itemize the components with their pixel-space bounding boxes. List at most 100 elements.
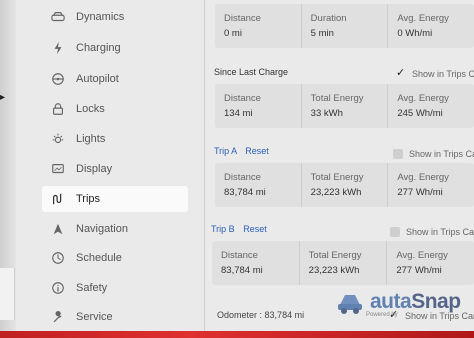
sidebar-item-label: Locks xyxy=(76,103,105,115)
checkbox[interactable] xyxy=(390,227,400,237)
sidebar-item-label: Navigation xyxy=(76,223,128,235)
stat-avg-energy: Avg. Energy 245 Wh/mi xyxy=(388,84,474,128)
stat-value: 23,223 kWh xyxy=(310,187,362,198)
odometer-value: 83,784 mi xyxy=(264,310,305,320)
clock-icon xyxy=(50,250,66,266)
stat-label: Duration xyxy=(310,13,347,24)
stat-label: Total Energy xyxy=(310,172,364,183)
show-in-trips-toggle[interactable]: Show in Trips Car xyxy=(390,227,474,237)
stat-value: 33 kWh xyxy=(310,108,343,119)
sidebar-item-label: Lights xyxy=(76,133,106,145)
sidebar-item-lights[interactable]: Lights xyxy=(42,126,188,152)
sidebar-item-schedule[interactable]: Schedule xyxy=(42,245,188,271)
trip-a-title: Trip A xyxy=(214,146,237,156)
stat-value: 23,223 kWh xyxy=(308,265,360,276)
watermark-text: autaSnap xyxy=(370,290,461,314)
stat-value: 5 min xyxy=(310,28,334,39)
show-in-trips-label: Show in Trips Car xyxy=(406,227,474,237)
trips-icon xyxy=(50,191,66,207)
since-last-charge-title: Since Last Charge xyxy=(214,67,289,77)
stat-label: Distance xyxy=(224,172,261,183)
trip-b-reset-link[interactable]: Reset xyxy=(243,224,267,234)
stat-value: 277 Wh/mi xyxy=(397,187,443,198)
car-icon xyxy=(50,9,66,25)
trip-b-card: Distance 83,784 mi Total Energy 23,223 k… xyxy=(212,241,474,285)
checkbox[interactable] xyxy=(393,149,403,159)
sidebar-item-label: Schedule xyxy=(76,252,122,264)
stat-label: Avg. Energy xyxy=(396,250,448,261)
screen-bezel xyxy=(0,0,16,338)
watermark-sub: Powered by xyxy=(366,312,398,318)
steering-wheel-icon xyxy=(50,71,66,87)
trip-a-reset-link[interactable]: Reset xyxy=(245,146,269,156)
stat-avg-energy: Avg. Energy 277 Wh/mi xyxy=(387,241,474,285)
lock-icon xyxy=(50,101,66,117)
show-in-trips-label: Show in Trips Ca xyxy=(409,149,474,159)
stat-value: 0 Wh/mi xyxy=(397,28,433,39)
sidebar-item-label: Trips xyxy=(76,193,101,205)
stat-label: Total Energy xyxy=(310,93,364,104)
sidebar-item-dynamics[interactable]: Dynamics xyxy=(42,4,188,30)
chevron-right-icon: ▸ xyxy=(0,92,6,103)
stat-total-energy: Total Energy 23,223 kWh xyxy=(302,163,389,207)
trip-b-title: Trip B xyxy=(211,224,235,234)
stat-avg-energy: Avg. Energy 277 Wh/mi xyxy=(388,163,474,207)
sidebar-item-safety[interactable]: Safety xyxy=(42,275,188,301)
sidebar-item-charging[interactable]: Charging xyxy=(42,35,188,61)
stat-label: Avg. Energy xyxy=(397,13,449,24)
stat-label: Avg. Energy xyxy=(397,172,449,183)
sidebar-item-autopilot[interactable]: Autopilot xyxy=(42,66,188,92)
car-logo-icon xyxy=(338,295,362,314)
lightning-icon xyxy=(50,40,66,56)
trip-b-header: Trip B Reset xyxy=(211,224,267,234)
stat-value: 83,784 mi xyxy=(221,265,263,276)
stat-value: 245 Wh/mi xyxy=(397,108,443,119)
stat-distance: Distance 134 mi xyxy=(215,84,302,128)
stat-label: Distance xyxy=(221,250,258,261)
sidebar-item-navigation[interactable]: Navigation xyxy=(42,216,188,242)
sidebar-item-display[interactable]: Display xyxy=(42,156,188,182)
wrench-icon xyxy=(50,309,66,325)
sidebar-item-label: Service xyxy=(76,311,113,323)
odometer-readout: Odometer : 83,784 mi xyxy=(217,310,305,320)
odometer-label: Odometer xyxy=(217,310,258,320)
sidebar-item-locks[interactable]: Locks xyxy=(42,96,188,122)
stat-value: 134 mi xyxy=(224,108,253,119)
sidebar-item-label: Safety xyxy=(76,282,108,294)
sidebar-item-service[interactable]: Service xyxy=(42,304,188,330)
show-in-trips-toggle[interactable]: Show in Trips Ca xyxy=(393,149,474,159)
stat-label: Avg. Energy xyxy=(397,93,449,104)
stat-value: 83,784 mi xyxy=(224,187,266,198)
trip-a-card: Distance 83,784 mi Total Energy 23,223 k… xyxy=(215,163,474,207)
navigation-arrow-icon xyxy=(50,221,66,237)
stat-label: Distance xyxy=(224,13,261,24)
sidebar-item-label: Dynamics xyxy=(76,11,125,23)
watermark-logo: autaSnap Powered by xyxy=(336,280,466,324)
display-icon xyxy=(50,161,66,177)
info-icon xyxy=(50,280,66,296)
current-drive-card: Distance 0 mi Duration 5 min Avg. Energy… xyxy=(215,4,474,48)
trips-settings-panel: ▸ Dynamics Charging Autopilot Locks Ligh… xyxy=(0,0,474,338)
stat-label: Distance xyxy=(224,93,261,104)
stat-distance: Distance 83,784 mi xyxy=(212,241,300,285)
stat-distance: Distance 83,784 mi xyxy=(215,163,302,207)
settings-sidebar: Dynamics Charging Autopilot Locks Lights xyxy=(38,0,198,338)
watermark-brand-a: auta xyxy=(370,290,412,313)
stat-total-energy: Total Energy 23,223 kWh xyxy=(300,241,388,285)
stat-duration: Duration 5 min xyxy=(302,4,389,48)
stat-distance: Distance 0 mi xyxy=(215,4,302,48)
checkbox[interactable] xyxy=(396,66,406,79)
bottom-red-strip xyxy=(0,331,474,338)
stat-total-energy: Total Energy 33 kWh xyxy=(302,84,389,128)
light-icon xyxy=(50,131,66,147)
sidebar-item-trips[interactable]: Trips xyxy=(42,186,188,212)
sidebar-item-label: Autopilot xyxy=(76,73,119,85)
stat-avg-energy: Avg. Energy 0 Wh/mi xyxy=(388,4,474,48)
stat-label: Total Energy xyxy=(308,250,362,261)
bezel-block xyxy=(0,268,15,320)
sidebar-item-label: Charging xyxy=(76,42,121,54)
trip-a-header: Trip A Reset xyxy=(214,146,269,156)
show-in-trips-toggle[interactable]: Show in Trips C xyxy=(396,66,474,79)
stat-value: 0 mi xyxy=(224,28,242,39)
stat-value: 277 Wh/mi xyxy=(396,265,442,276)
